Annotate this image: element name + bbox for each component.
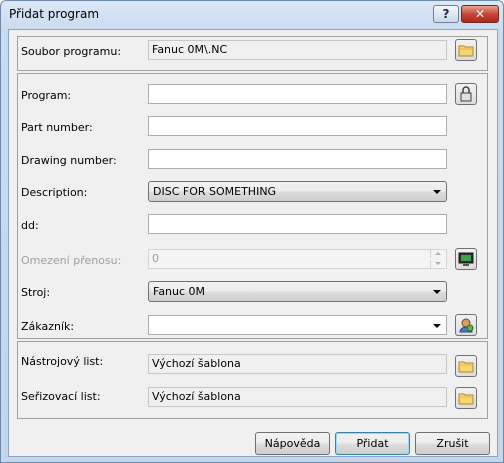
lock-icon [460, 86, 472, 102]
limit-settings-button[interactable] [455, 248, 477, 270]
drawing-number-label: Drawing number: [21, 154, 117, 167]
file-label: Soubor programu: [21, 45, 122, 58]
part-number-label: Part number: [21, 121, 93, 134]
close-button[interactable]: ✕ [461, 5, 499, 23]
chevron-down-icon [433, 324, 441, 328]
chevron-down-icon [433, 190, 441, 194]
customer-label: Zákazník: [21, 320, 75, 333]
user-icon [459, 318, 474, 333]
file-path-field[interactable]: Fanuc 0M\.NC [148, 40, 447, 60]
spin-up-icon [430, 250, 446, 258]
lists-panel [17, 341, 488, 419]
dialog-client-area: Soubor programu: Fanuc 0M\.NC Program: P… [8, 29, 498, 457]
customer-combo[interactable] [148, 315, 447, 335]
program-lock-button[interactable] [455, 83, 477, 105]
add-button[interactable]: Přidat [335, 432, 410, 455]
tool-list-label: Nástrojový list: [21, 355, 104, 368]
machine-value: Fanuc 0M [153, 285, 206, 298]
file-browse-button[interactable] [455, 39, 477, 61]
customer-lookup-button[interactable] [455, 314, 477, 336]
folder-icon [458, 393, 474, 405]
tool-list-browse-button[interactable] [455, 355, 477, 377]
tool-list-field[interactable]: Výchozí šablona [148, 354, 447, 374]
dd-input[interactable] [148, 214, 447, 234]
limit-spinbox: 0 [148, 249, 447, 269]
machine-select[interactable]: Fanuc 0M [148, 281, 447, 302]
help-button[interactable]: Nápověda [255, 432, 330, 455]
window-title: Přidat program [9, 7, 100, 21]
monitor-icon [458, 252, 474, 266]
setup-list-field[interactable]: Výchozí šablona [148, 387, 447, 407]
description-label: Description: [21, 186, 88, 199]
cancel-button[interactable]: Zrušit [415, 432, 490, 455]
setup-list-label: Seřizovací list: [21, 390, 101, 403]
limit-value: 0 [152, 252, 159, 265]
folder-icon [458, 361, 474, 373]
part-number-input[interactable] [148, 116, 447, 136]
folder-icon [458, 45, 474, 57]
spin-down-icon [430, 260, 446, 268]
description-value: DISC FOR SOMETHING [153, 185, 277, 198]
title-bar[interactable]: Přidat program ? ✕ [1, 1, 503, 29]
program-label: Program: [21, 89, 72, 102]
chevron-down-icon [433, 290, 441, 294]
limit-label: Omezení přenosu: [21, 254, 122, 267]
dialog-window: Přidat program ? ✕ Soubor programu: Fanu… [0, 0, 504, 463]
description-select[interactable]: DISC FOR SOMETHING [148, 181, 447, 202]
setup-list-browse-button[interactable] [455, 387, 477, 409]
dd-label: dd: [21, 219, 39, 232]
program-input[interactable] [148, 84, 447, 104]
help-title-button[interactable]: ? [433, 5, 459, 23]
machine-label: Stroj: [21, 286, 51, 299]
drawing-number-input[interactable] [148, 149, 447, 169]
